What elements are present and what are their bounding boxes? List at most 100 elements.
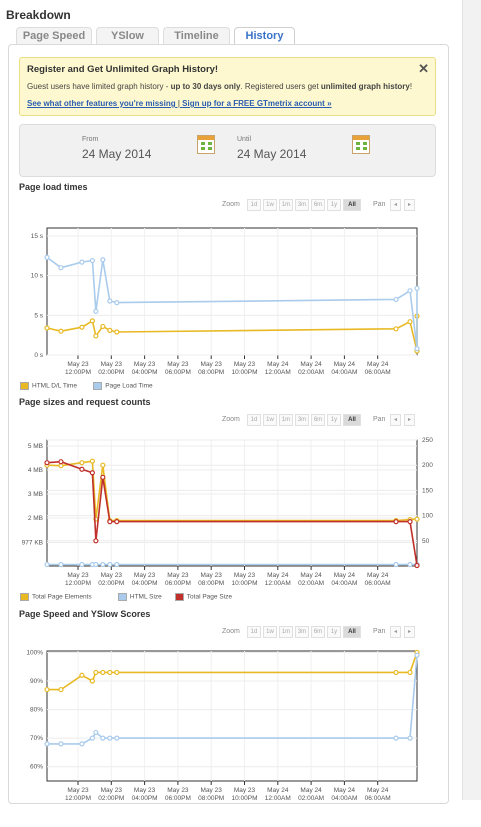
zoom-1d-button[interactable]: 1d	[247, 626, 261, 638]
data-point[interactable]	[100, 257, 106, 263]
data-point[interactable]	[79, 259, 85, 265]
data-point[interactable]	[93, 308, 99, 314]
data-point[interactable]	[107, 298, 113, 304]
tab-page-speed[interactable]: Page Speed	[16, 27, 92, 45]
signup-link[interactable]: Sign up for a FREE GTmetrix account »	[182, 99, 331, 108]
data-point[interactable]	[89, 470, 95, 476]
data-point[interactable]	[44, 254, 50, 260]
zoom-1y-button[interactable]: 1y	[327, 626, 341, 638]
data-point[interactable]	[100, 462, 106, 468]
pan-prev-button[interactable]: ◂	[390, 626, 401, 638]
zoom-1m-button[interactable]: 1m	[279, 626, 293, 638]
data-point[interactable]	[407, 319, 413, 325]
pan-next-button[interactable]: ▸	[404, 414, 415, 426]
data-point[interactable]	[414, 562, 420, 569]
data-point[interactable]	[93, 538, 99, 544]
data-point[interactable]	[107, 669, 113, 676]
data-point[interactable]	[393, 561, 399, 568]
zoom-all-button[interactable]: All	[343, 626, 361, 638]
data-point[interactable]	[107, 561, 113, 568]
data-point[interactable]	[93, 669, 99, 676]
tab-timeline[interactable]: Timeline	[163, 27, 230, 45]
zoom-all-button[interactable]: All	[343, 199, 361, 211]
calendar-icon[interactable]	[197, 135, 215, 154]
features-link[interactable]: See what other features you're missing	[27, 99, 176, 108]
data-point[interactable]	[89, 318, 95, 324]
legend-item[interactable]: Total Page Elements	[20, 593, 92, 601]
data-point[interactable]	[44, 325, 50, 331]
calendar-icon[interactable]	[352, 135, 370, 154]
pan-next-button[interactable]: ▸	[404, 199, 415, 211]
data-point[interactable]	[58, 561, 64, 568]
data-point[interactable]	[58, 686, 64, 693]
zoom-1m-button[interactable]: 1m	[279, 414, 293, 426]
data-point[interactable]	[79, 324, 85, 330]
data-point[interactable]	[79, 561, 85, 568]
data-point[interactable]	[79, 460, 85, 466]
data-point[interactable]	[114, 519, 120, 525]
legend-item[interactable]: HTML Size	[117, 593, 162, 601]
data-point[interactable]	[58, 328, 64, 334]
zoom-6m-button[interactable]: 6m	[311, 414, 325, 426]
pan-prev-button[interactable]: ◂	[390, 414, 401, 426]
zoom-1w-button[interactable]: 1w	[263, 626, 277, 638]
data-point[interactable]	[407, 735, 413, 741]
data-point[interactable]	[58, 463, 64, 469]
data-point[interactable]	[393, 735, 399, 741]
data-point[interactable]	[393, 296, 399, 303]
data-point[interactable]	[58, 459, 64, 465]
data-point[interactable]	[44, 741, 50, 747]
close-icon[interactable]: ✕	[418, 61, 429, 77]
data-point[interactable]	[414, 516, 420, 522]
data-point[interactable]	[393, 326, 399, 332]
data-point[interactable]	[79, 672, 85, 678]
zoom-all-button[interactable]: All	[343, 414, 361, 426]
data-point[interactable]	[100, 669, 106, 676]
data-point[interactable]	[393, 519, 399, 525]
legend-item[interactable]: HTML D/L Time	[20, 382, 77, 390]
zoom-1w-button[interactable]: 1w	[263, 199, 277, 211]
data-point[interactable]	[100, 323, 106, 330]
data-point[interactable]	[114, 300, 120, 306]
page-scrollbar[interactable]	[462, 0, 481, 800]
data-point[interactable]	[114, 735, 120, 741]
data-point[interactable]	[107, 735, 113, 741]
data-point[interactable]	[89, 678, 95, 684]
data-point[interactable]	[79, 466, 85, 472]
zoom-6m-button[interactable]: 6m	[311, 199, 325, 211]
data-point[interactable]	[114, 669, 120, 676]
data-point[interactable]	[407, 288, 413, 294]
data-point[interactable]	[414, 285, 420, 291]
data-point[interactable]	[89, 735, 95, 741]
data-point[interactable]	[407, 561, 413, 568]
data-point[interactable]	[89, 257, 95, 264]
zoom-3m-button[interactable]: 3m	[295, 199, 309, 211]
zoom-3m-button[interactable]: 3m	[295, 414, 309, 426]
data-point[interactable]	[58, 741, 64, 747]
data-point[interactable]	[407, 669, 413, 676]
zoom-3m-button[interactable]: 3m	[295, 626, 309, 638]
data-point[interactable]	[114, 329, 120, 335]
data-point[interactable]	[407, 519, 413, 525]
zoom-1w-button[interactable]: 1w	[263, 414, 277, 426]
from-date-value[interactable]: 24 May 2014	[82, 147, 151, 161]
data-point[interactable]	[414, 652, 420, 658]
data-point[interactable]	[100, 735, 106, 741]
data-point[interactable]	[93, 561, 99, 568]
data-point[interactable]	[58, 265, 64, 271]
data-point[interactable]	[44, 686, 50, 693]
data-point[interactable]	[100, 474, 106, 480]
data-point[interactable]	[44, 561, 50, 568]
data-point[interactable]	[79, 741, 85, 747]
pan-next-button[interactable]: ▸	[404, 626, 415, 638]
data-point[interactable]	[114, 561, 120, 568]
zoom-6m-button[interactable]: 6m	[311, 626, 325, 638]
pan-prev-button[interactable]: ◂	[390, 199, 401, 211]
data-point[interactable]	[107, 327, 113, 333]
legend-item[interactable]: Total Page Size	[174, 593, 232, 601]
data-point[interactable]	[107, 519, 113, 525]
zoom-1d-button[interactable]: 1d	[247, 199, 261, 211]
until-date-value[interactable]: 24 May 2014	[237, 147, 306, 161]
data-point[interactable]	[89, 458, 95, 464]
data-point[interactable]	[93, 729, 99, 736]
